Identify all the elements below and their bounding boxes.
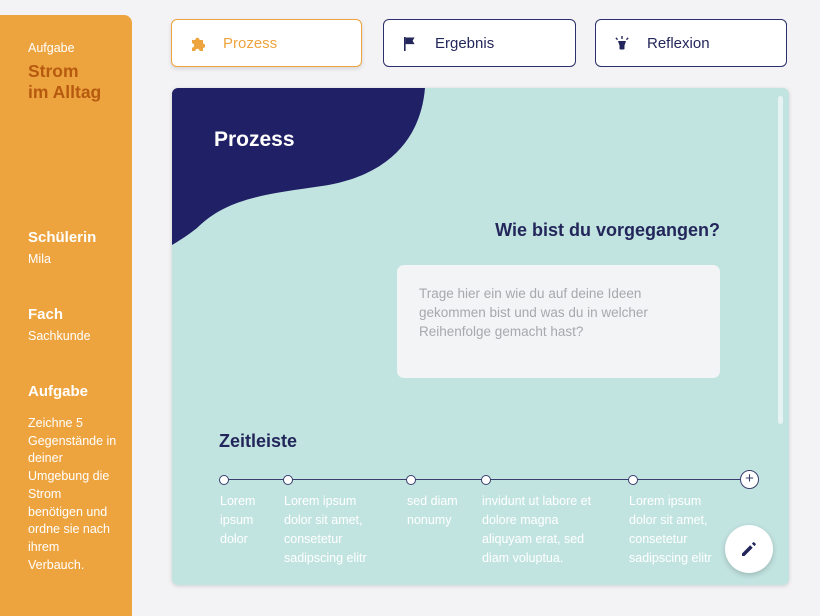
timeline-dot[interactable] xyxy=(481,475,491,485)
tab-ergebnis[interactable]: Ergebnis xyxy=(383,19,576,67)
timeline-title: Zeitleiste xyxy=(219,431,298,451)
answer-textarea[interactable]: Trage hier ein wie du auf deine Ideen ge… xyxy=(397,265,720,378)
flag-icon xyxy=(404,37,415,51)
card-title: Prozess xyxy=(214,128,295,151)
student-name: Mila xyxy=(28,252,51,266)
puzzle-icon xyxy=(192,37,206,51)
tab-prozess-label: Prozess xyxy=(223,35,278,52)
tab-reflexion[interactable]: Reflexion xyxy=(595,19,787,67)
timeline-entry: Lorem ipsum dolor xyxy=(220,494,256,546)
edit-button[interactable] xyxy=(725,525,773,573)
tab-ergebnis-label: Ergebnis xyxy=(435,35,495,52)
timeline-entry: Lorem ipsum dolor sit amet, consetetur s… xyxy=(284,494,367,565)
timeline-dot[interactable] xyxy=(628,475,638,485)
timeline-dot[interactable] xyxy=(406,475,416,485)
subject-name: Sachkunde xyxy=(28,329,91,343)
pencil-icon xyxy=(742,542,756,556)
assignment-title-line1: Strom xyxy=(28,61,79,81)
timeline-entry: sed diam nonumy xyxy=(407,494,458,527)
process-card: Prozess Wie bist du vorgegangen? Trage h… xyxy=(172,88,789,585)
sidebar: Aufgabe Strom im Alltag Schülerin Mila F… xyxy=(0,15,132,616)
question-heading: Wie bist du vorgegangen? xyxy=(495,220,720,240)
timeline-dot[interactable] xyxy=(283,475,293,485)
assignment-label: Aufgabe xyxy=(28,41,75,55)
timeline-entry: Lorem ipsum dolor sit amet, consetetur s… xyxy=(629,494,712,565)
timeline-dot[interactable] xyxy=(219,475,229,485)
timeline-entry: invidunt ut labore et dolore magna aliqu… xyxy=(482,494,592,565)
student-heading: Schülerin xyxy=(28,229,97,246)
subject-heading: Fach xyxy=(28,306,64,323)
task-heading: Aufgabe xyxy=(28,383,88,400)
tab-prozess[interactable]: Prozess xyxy=(171,19,362,67)
scrollbar[interactable] xyxy=(778,96,783,424)
assignment-title-line2: im Alltag xyxy=(28,82,102,102)
task-description: Zeichne 5 Gegenstände in deiner Umgebung… xyxy=(28,416,117,572)
assignment-title: Strom im Alltag xyxy=(28,61,101,103)
header-blob xyxy=(172,88,425,245)
tab-reflexion-label: Reflexion xyxy=(647,35,710,52)
answer-placeholder: Trage hier ein wie du auf deine Ideen ge… xyxy=(419,286,648,339)
timeline-add-button[interactable]: + xyxy=(740,470,759,489)
lightbulb-icon xyxy=(615,36,629,50)
